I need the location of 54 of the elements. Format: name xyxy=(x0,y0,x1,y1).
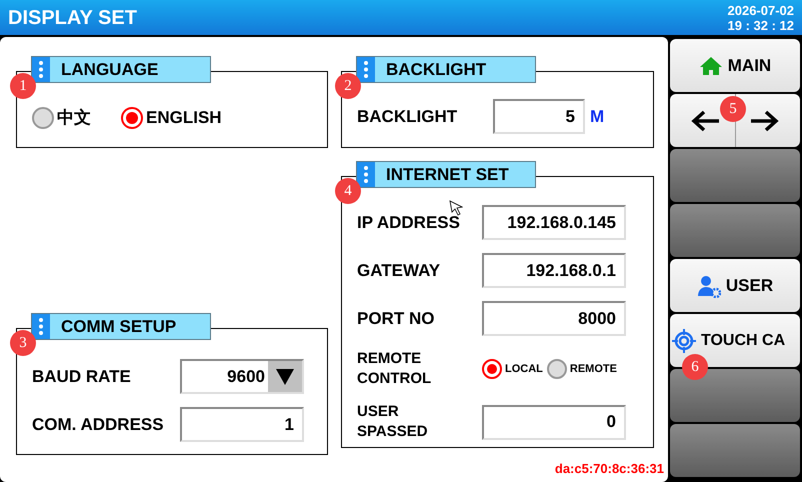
home-icon xyxy=(698,56,723,76)
radio-label: ENGLISH xyxy=(146,107,222,129)
mouse-pointer-icon xyxy=(449,200,463,216)
dropdown-arrow-icon xyxy=(275,368,295,386)
right-arrow-icon xyxy=(749,110,779,132)
mac-address-text: da:c5:70:8c:36:31 xyxy=(554,460,664,478)
menu-button[interactable]: MAIN xyxy=(670,39,800,92)
radio-button[interactable] xyxy=(482,359,502,379)
blank-button[interactable] xyxy=(670,424,800,477)
crosshair-icon xyxy=(672,328,696,352)
input-field[interactable]: 0 xyxy=(482,404,626,440)
group-title: INTERNET SET xyxy=(385,164,510,186)
field-label: IP ADDRESS xyxy=(357,212,461,234)
field-label: REMOTE CONTROL xyxy=(357,349,432,389)
radio-button[interactable] xyxy=(32,106,54,129)
input-field[interactable]: 8000 xyxy=(482,301,626,336)
input-field[interactable]: 1 xyxy=(180,407,304,442)
kebab-icon xyxy=(32,314,50,339)
callout-marker: 2 xyxy=(335,73,361,99)
window-title: DISPLAY SET xyxy=(8,6,137,30)
group-title: LANGUAGE xyxy=(60,59,160,81)
time-text: 19 : 32 : 12 xyxy=(728,18,794,32)
field-label: BAUD RATE xyxy=(32,366,132,388)
field-label: GATEWAY xyxy=(357,260,442,282)
date-text: 2026-07-02 xyxy=(728,2,794,18)
input-field[interactable]: 192.168.0.1 xyxy=(482,253,626,288)
callout-marker: 1 xyxy=(10,73,36,99)
group-title: COMM SETUP xyxy=(60,316,178,338)
arrow-buttons[interactable]: 5 xyxy=(670,94,800,147)
kebab-icon xyxy=(357,162,375,187)
unit-label: M xyxy=(590,106,604,128)
callout-marker: 4 xyxy=(335,178,361,204)
radio-button[interactable] xyxy=(121,106,143,129)
group-title: BACKLIGHT xyxy=(385,59,488,81)
radio-label: LOCAL xyxy=(505,362,543,377)
dropdown-field[interactable]: 9600 xyxy=(180,359,304,394)
blank-button[interactable] xyxy=(670,149,800,202)
kebab-icon xyxy=(32,57,50,82)
radio-button[interactable] xyxy=(546,359,567,379)
input-field[interactable]: 192.168.0.145 xyxy=(482,205,626,240)
input-field[interactable]: 5 xyxy=(493,99,585,134)
left-arrow-icon xyxy=(691,110,721,132)
radio-label: 中文 xyxy=(57,107,91,129)
radio-label: REMOTE xyxy=(570,362,617,377)
field-label: COM. ADDRESS xyxy=(32,414,165,436)
field-label: BACKLIGHT xyxy=(357,106,458,128)
user-settings-icon xyxy=(696,274,721,298)
field-label: USER SPASSED xyxy=(357,402,429,442)
kebab-icon xyxy=(357,57,375,82)
field-label: PORT NO xyxy=(357,308,436,330)
callout-marker: 5 xyxy=(720,96,746,122)
menu-button[interactable]: USER xyxy=(670,259,800,312)
callout-marker: 3 xyxy=(10,330,36,356)
blank-button[interactable] xyxy=(670,204,800,257)
